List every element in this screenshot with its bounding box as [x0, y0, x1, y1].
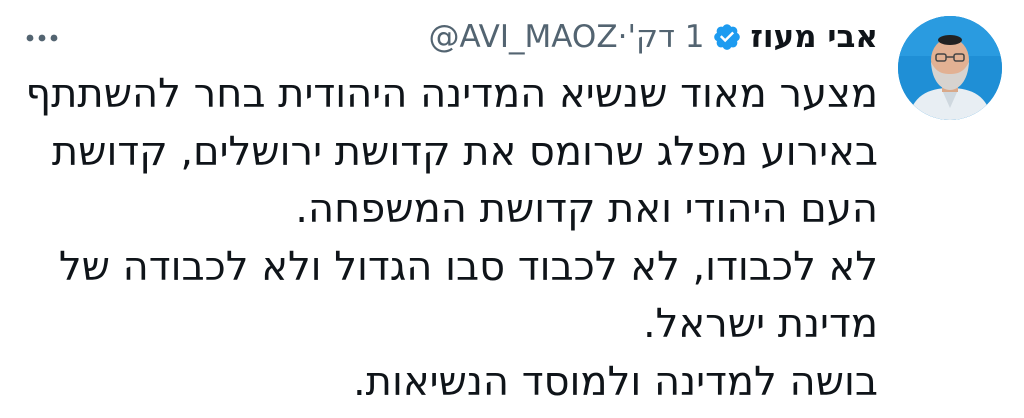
tweet-timestamp[interactable]: 1 דק' [627, 19, 704, 55]
tweet-header: אבי מעוז @AVI_MAOZ·1 דק' [428, 14, 878, 60]
tweet-text-line: העם היהודי ואת קדושת המשפחה. [295, 186, 878, 232]
tweet-text-line: בושה למדינה ולמוסד הנשיאות. [352, 358, 878, 405]
tweet: אבי מעוז @AVI_MAOZ·1 דק' מצער מאוד שנשיא… [0, 0, 1024, 418]
ellipsis-icon [26, 34, 58, 42]
handle-and-time: @AVI_MAOZ·1 דק' [428, 19, 704, 55]
tweet-text-line: לא לכבודו, לא לכבוד סבו הגדול ולא לכבודה… [58, 243, 878, 290]
author-handle[interactable]: @AVI_MAOZ [428, 19, 617, 55]
tweet-text-line: מדינת ישראל. [642, 301, 878, 347]
avatar[interactable] [898, 16, 1002, 120]
tweet-text: מצער מאוד שנשיא המדינה היהודית בחר להשתת… [18, 66, 878, 411]
profile-photo-icon [898, 16, 1002, 120]
meta-separator: · [617, 19, 628, 55]
tweet-text-line: מצער מאוד שנשיא המדינה היהודית בחר להשתת… [25, 71, 878, 117]
tweet-text-line: באירוע מפלג שרומס את קדושת ירושלים, קדוש… [51, 128, 878, 175]
author-display-name[interactable]: אבי מעוז [750, 19, 878, 55]
more-options-button[interactable] [22, 18, 62, 58]
verified-badge-icon [712, 22, 742, 52]
